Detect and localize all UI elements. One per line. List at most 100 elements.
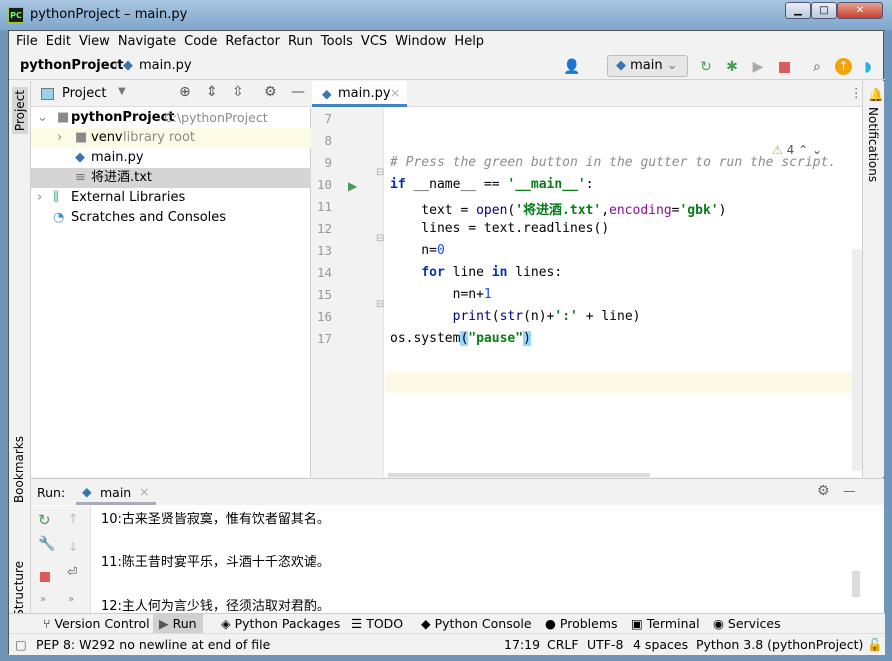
tree-item-project-root[interactable]: ⌄■pythonProjectC:\pythonProject <box>31 108 311 128</box>
lock-icon[interactable]: 🔓 <box>867 637 883 653</box>
tree-item-main-py[interactable]: ◆main.py <box>31 148 311 168</box>
bookmarks-tool-button[interactable]: Bookmarks <box>12 436 26 503</box>
search-icon[interactable]: ⌕ <box>808 58 826 76</box>
attach-icon[interactable]: ▶ <box>749 58 767 76</box>
python-file-icon: ◆ <box>75 148 85 168</box>
tab-main-py[interactable]: ◆ main.py × <box>312 81 407 107</box>
file-encoding[interactable]: UTF-8 <box>587 637 623 652</box>
gear-icon[interactable]: ⚙ <box>817 483 830 499</box>
minimize-button[interactable]: ▁ <box>785 2 811 19</box>
console-scrollbar[interactable] <box>852 571 860 597</box>
fold-icon[interactable]: ⊟ <box>376 167 384 178</box>
breadcrumb-project[interactable]: pythonProject <box>20 58 124 73</box>
python-interpreter[interactable]: Python 3.8 (pythonProject) <box>696 637 863 652</box>
code-with-me-icon[interactable]: ◗ <box>859 58 877 76</box>
line-separator[interactable]: CRLF <box>547 637 579 652</box>
vertical-scrollbar[interactable] <box>852 249 862 471</box>
status-message[interactable]: PEP 8: W292 no newline at end of file <box>36 637 270 652</box>
menu-edit[interactable]: Edit <box>43 31 76 53</box>
menu-run[interactable]: Run <box>285 31 318 53</box>
tree-item-external-libraries[interactable]: ›⫼External Libraries <box>31 188 311 208</box>
code-line[interactable]: for line in lines: <box>390 265 562 280</box>
tab-terminal[interactable]: ▣ Terminal <box>631 616 700 631</box>
horizontal-scrollbar[interactable] <box>388 473 650 477</box>
menu-view[interactable]: View <box>76 31 115 53</box>
tab-problems[interactable]: ● Problems <box>545 616 618 631</box>
menu-window[interactable]: Window <box>392 31 451 53</box>
arrow-down-icon[interactable]: ↓ <box>68 539 78 554</box>
code-line[interactable]: n=0 <box>390 243 445 258</box>
hide-panel-icon[interactable]: — <box>843 483 856 498</box>
code-line[interactable]: # Press the green button in the gutter t… <box>390 155 836 170</box>
fold-icon[interactable]: ⊟ <box>376 299 384 310</box>
tab-todo[interactable]: ☰ TODO <box>351 616 403 631</box>
gear-icon[interactable]: ⚙ <box>264 84 277 100</box>
menu-help[interactable]: Help <box>451 31 489 53</box>
code-line[interactable]: lines = text.readlines() <box>390 221 609 236</box>
indent-setting[interactable]: 4 spaces <box>633 637 688 652</box>
run-tab-main[interactable]: ◆ main × <box>76 479 156 505</box>
rerun-icon[interactable]: ↻ <box>697 58 715 76</box>
more-options-icon[interactable]: ⋮ <box>850 85 863 100</box>
structure-tool-button[interactable]: Structure <box>12 561 26 617</box>
menu-tools[interactable]: Tools <box>318 31 358 53</box>
close-tab-icon[interactable]: × <box>139 484 149 499</box>
project-view-label[interactable]: Project <box>62 86 106 101</box>
menu-code[interactable]: Code <box>181 31 222 53</box>
run-gutter-icon[interactable]: ▶ <box>348 179 357 193</box>
breadcrumb-file[interactable]: main.py <box>139 58 192 73</box>
caret-position[interactable]: 17:19 <box>504 637 540 652</box>
tab-python-packages[interactable]: ◈ Python Packages <box>221 616 340 631</box>
more-icon[interactable]: » <box>40 594 46 605</box>
close-tab-icon[interactable]: × <box>390 85 400 100</box>
python-file-icon: ◆ <box>123 58 133 73</box>
more-icon[interactable]: » <box>68 594 74 605</box>
tree-item-venv[interactable]: ›■venvlibrary root <box>31 128 311 148</box>
tree-item-scratches[interactable]: ◔Scratches and Consoles <box>31 208 311 228</box>
menu-navigate[interactable]: Navigate <box>115 31 181 53</box>
hide-panel-icon[interactable]: — <box>291 84 305 100</box>
python-file-icon: ◆ <box>322 86 332 101</box>
code-line[interactable]: if __name__ == '__main__': <box>390 177 594 192</box>
tab-services[interactable]: ◉ Services <box>713 616 781 631</box>
code-line[interactable]: os.system("pause") <box>390 331 531 346</box>
menu-refactor[interactable]: Refactor <box>222 31 285 53</box>
settings-wrench-icon[interactable]: 🔧 <box>38 536 55 552</box>
debug-icon[interactable]: ✱ <box>723 58 741 76</box>
current-line-highlight <box>385 371 862 393</box>
tree-item-hint: library root <box>123 128 195 148</box>
menu-file[interactable]: File <box>13 31 43 53</box>
stop-icon[interactable] <box>779 62 790 73</box>
expand-all-icon[interactable]: ⇕ <box>206 84 218 100</box>
tab-version-control[interactable]: ⑂ Version Control <box>43 616 150 631</box>
code-line[interactable]: text = open('将进酒.txt',encoding='gbk') <box>390 199 726 218</box>
update-icon[interactable]: ↑ <box>835 58 852 75</box>
arrow-up-icon[interactable]: ↑ <box>68 511 78 526</box>
fold-icon[interactable]: ⊟ <box>376 233 384 244</box>
notifications-tool-button[interactable]: Notifications <box>866 107 880 182</box>
tab-python-console[interactable]: ◆ Python Console <box>421 616 532 631</box>
maximize-button[interactable]: □ <box>811 2 837 19</box>
soft-wrap-icon[interactable]: ⏎ <box>67 564 77 579</box>
dropdown-icon[interactable]: ▼ <box>118 86 126 97</box>
chevron-down-icon: ⌄ <box>37 108 48 128</box>
menu-vcs[interactable]: VCS <box>358 31 392 53</box>
user-icon[interactable]: 👤▾ <box>563 58 581 76</box>
left-tool-stripe: Project Bookmarks Structure <box>9 81 31 613</box>
code-line[interactable]: n=n+1 <box>390 287 492 302</box>
line-number: 16 <box>312 309 332 324</box>
tree-item-txt-file[interactable]: ≡将进酒.txt <box>31 168 311 188</box>
project-tool-button[interactable]: Project <box>12 87 28 134</box>
rerun-icon[interactable]: ↻ <box>38 511 51 529</box>
toggle-tool-windows-icon[interactable]: ▢ <box>15 637 27 652</box>
console-output-line: 11:陈王昔时宴平乐，斗酒十千恣欢谑。 <box>101 551 330 570</box>
locate-icon[interactable]: ⊕ <box>179 84 191 100</box>
stop-icon[interactable] <box>40 572 50 582</box>
code-line[interactable]: print(str(n)+':' + line) <box>390 309 641 324</box>
text-file-icon: ≡ <box>75 168 86 188</box>
close-window-button[interactable]: ✕ <box>837 2 883 19</box>
code-token: ':' <box>554 309 577 324</box>
tab-run[interactable]: ▶ Run <box>153 614 203 633</box>
run-configuration-select[interactable]: ◆ main ⌄ <box>607 55 688 77</box>
collapse-all-icon[interactable]: ⇳ <box>232 84 244 100</box>
